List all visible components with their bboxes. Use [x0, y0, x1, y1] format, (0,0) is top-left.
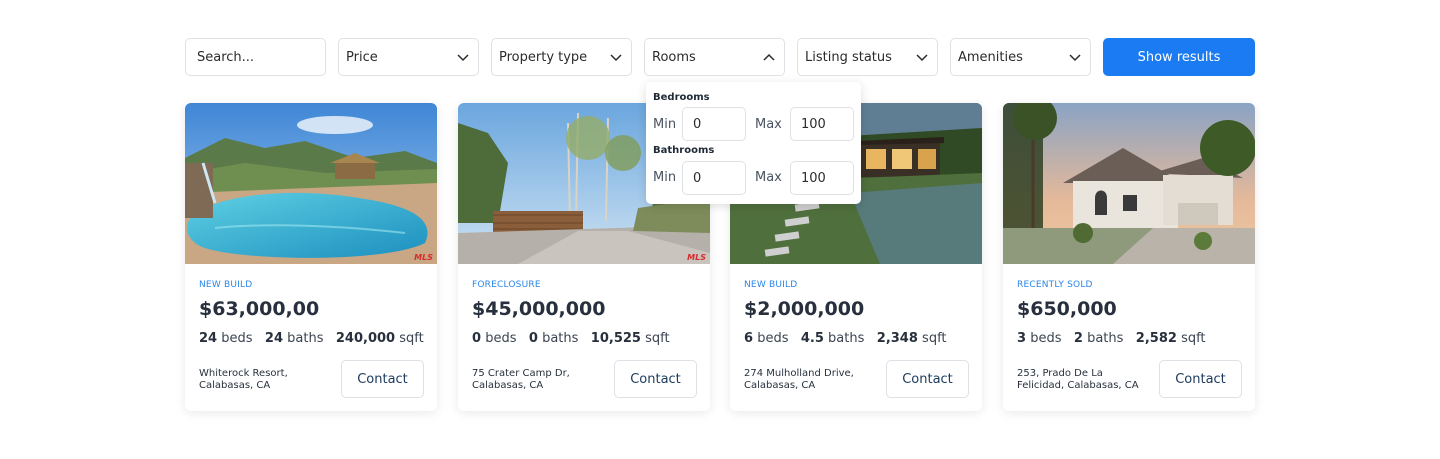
bedrooms-max-label: Max — [755, 117, 782, 132]
contact-button[interactable]: Contact — [341, 360, 424, 398]
bedrooms-min-input[interactable] — [682, 107, 746, 141]
beds-count: 3 — [1017, 331, 1027, 346]
bathrooms-min-input[interactable] — [682, 161, 746, 195]
listing-address: 75 Crater Camp Dr, Calabasas, CA — [472, 368, 612, 392]
bedrooms-min-label: Min — [653, 117, 677, 132]
contact-button[interactable]: Contact — [614, 360, 697, 398]
address-line-1: Whiterock Resort, — [199, 368, 288, 379]
beds-unit: beds — [1030, 331, 1062, 346]
beds-count: 0 — [472, 331, 482, 346]
sqft-count: 240,000 — [335, 331, 396, 346]
listing-price: $45,000,000 — [472, 298, 606, 320]
bedrooms-max-input[interactable] — [790, 107, 854, 141]
sqft-count: 10,525 — [590, 331, 641, 346]
listing-status-dropdown[interactable]: Listing status — [797, 38, 938, 76]
baths-unit: baths — [287, 331, 324, 346]
baths-unit: baths — [542, 331, 579, 346]
bedrooms-title: Bedrooms — [653, 92, 710, 103]
beds-unit: beds — [485, 331, 517, 346]
bathrooms-min-label: Min — [653, 170, 677, 185]
beds-unit: beds — [757, 331, 789, 346]
address-line-2: Calabasas, CA — [199, 380, 271, 391]
rooms-dropdown-label: Rooms — [652, 49, 696, 65]
sqft-count: 2,348 — [876, 331, 918, 346]
listing-price: $63,000,00 — [199, 298, 320, 320]
rooms-popover: Bedrooms Min Max Bathrooms Min Max — [646, 82, 861, 204]
listing-photo[interactable] — [1003, 103, 1255, 264]
contact-button[interactable]: Contact — [1159, 360, 1242, 398]
listing-card[interactable]: MLS NEW BUILD $63,000,00 24 beds 24 bath… — [185, 103, 437, 411]
listing-specs: 6 beds 4.5 baths 2,348 sqft — [744, 331, 947, 346]
chevron-down-icon — [915, 50, 929, 64]
baths-count: 0 — [528, 331, 538, 346]
listing-address: 274 Mulholland Drive, Calabasas, CA — [744, 368, 884, 392]
listing-address: 253, Prado De La Felicidad, Calabasas, C… — [1017, 368, 1157, 392]
listing-address: Whiterock Resort, Calabasas, CA — [199, 368, 339, 392]
price-dropdown[interactable]: Price — [338, 38, 479, 76]
baths-count: 4.5 — [800, 331, 824, 346]
contact-button[interactable]: Contact — [886, 360, 969, 398]
property-type-dropdown[interactable]: Property type — [491, 38, 632, 76]
sqft-unit: sqft — [1181, 331, 1206, 346]
listing-photo[interactable]: MLS — [185, 103, 437, 264]
address-line-2: Calabasas, CA — [744, 380, 816, 391]
listing-price: $650,000 — [1017, 298, 1117, 320]
amenities-dropdown[interactable]: Amenities — [950, 38, 1091, 76]
chevron-down-icon — [609, 50, 623, 64]
rooms-dropdown[interactable]: Rooms — [644, 38, 785, 76]
sqft-unit: sqft — [922, 331, 947, 346]
amenities-dropdown-label: Amenities — [958, 49, 1023, 65]
chevron-down-icon — [1068, 50, 1082, 64]
listing-specs: 24 beds 24 baths 240,000 sqft — [199, 331, 424, 346]
bathrooms-max-label: Max — [755, 170, 782, 185]
show-results-button[interactable]: Show results — [1103, 38, 1255, 76]
chevron-down-icon — [456, 50, 470, 64]
listing-specs: 0 beds 0 baths 10,525 sqft — [472, 331, 670, 346]
mls-badge: MLS — [414, 253, 433, 262]
listing-specs: 3 beds 2 baths 2,582 sqft — [1017, 331, 1206, 346]
address-line-1: 253, Prado De La — [1017, 368, 1103, 379]
beds-count: 6 — [744, 331, 754, 346]
beds-unit: beds — [221, 331, 253, 346]
sqft-count: 2,582 — [1135, 331, 1177, 346]
filter-bar: Price Property type Rooms Listing status… — [185, 38, 1255, 76]
baths-unit: baths — [1087, 331, 1124, 346]
baths-unit: baths — [828, 331, 865, 346]
search-input[interactable] — [185, 38, 326, 76]
listing-status: RECENTLY SOLD — [1017, 280, 1093, 290]
mls-badge: MLS — [687, 253, 706, 262]
address-line-2: Calabasas, CA — [472, 380, 544, 391]
baths-count: 2 — [1073, 331, 1083, 346]
beds-count: 24 — [199, 331, 218, 346]
address-line-1: 75 Crater Camp Dr, — [472, 368, 570, 379]
bathrooms-max-input[interactable] — [790, 161, 854, 195]
listing-status: NEW BUILD — [199, 280, 253, 290]
property-type-dropdown-label: Property type — [499, 49, 588, 65]
listing-card[interactable]: RECENTLY SOLD $650,000 3 beds 2 baths 2,… — [1003, 103, 1255, 411]
sqft-unit: sqft — [645, 331, 670, 346]
price-dropdown-label: Price — [346, 49, 378, 65]
bathrooms-title: Bathrooms — [653, 145, 715, 156]
listing-status-dropdown-label: Listing status — [805, 49, 892, 65]
listing-price: $2,000,000 — [744, 298, 865, 320]
baths-count: 24 — [264, 331, 284, 346]
sqft-unit: sqft — [399, 331, 424, 346]
listing-status: NEW BUILD — [744, 280, 798, 290]
address-line-2: Felicidad, Calabasas, CA — [1017, 380, 1139, 391]
address-line-1: 274 Mulholland Drive, — [744, 368, 854, 379]
listing-status: FORECLOSURE — [472, 280, 541, 290]
chevron-up-icon — [762, 50, 776, 64]
